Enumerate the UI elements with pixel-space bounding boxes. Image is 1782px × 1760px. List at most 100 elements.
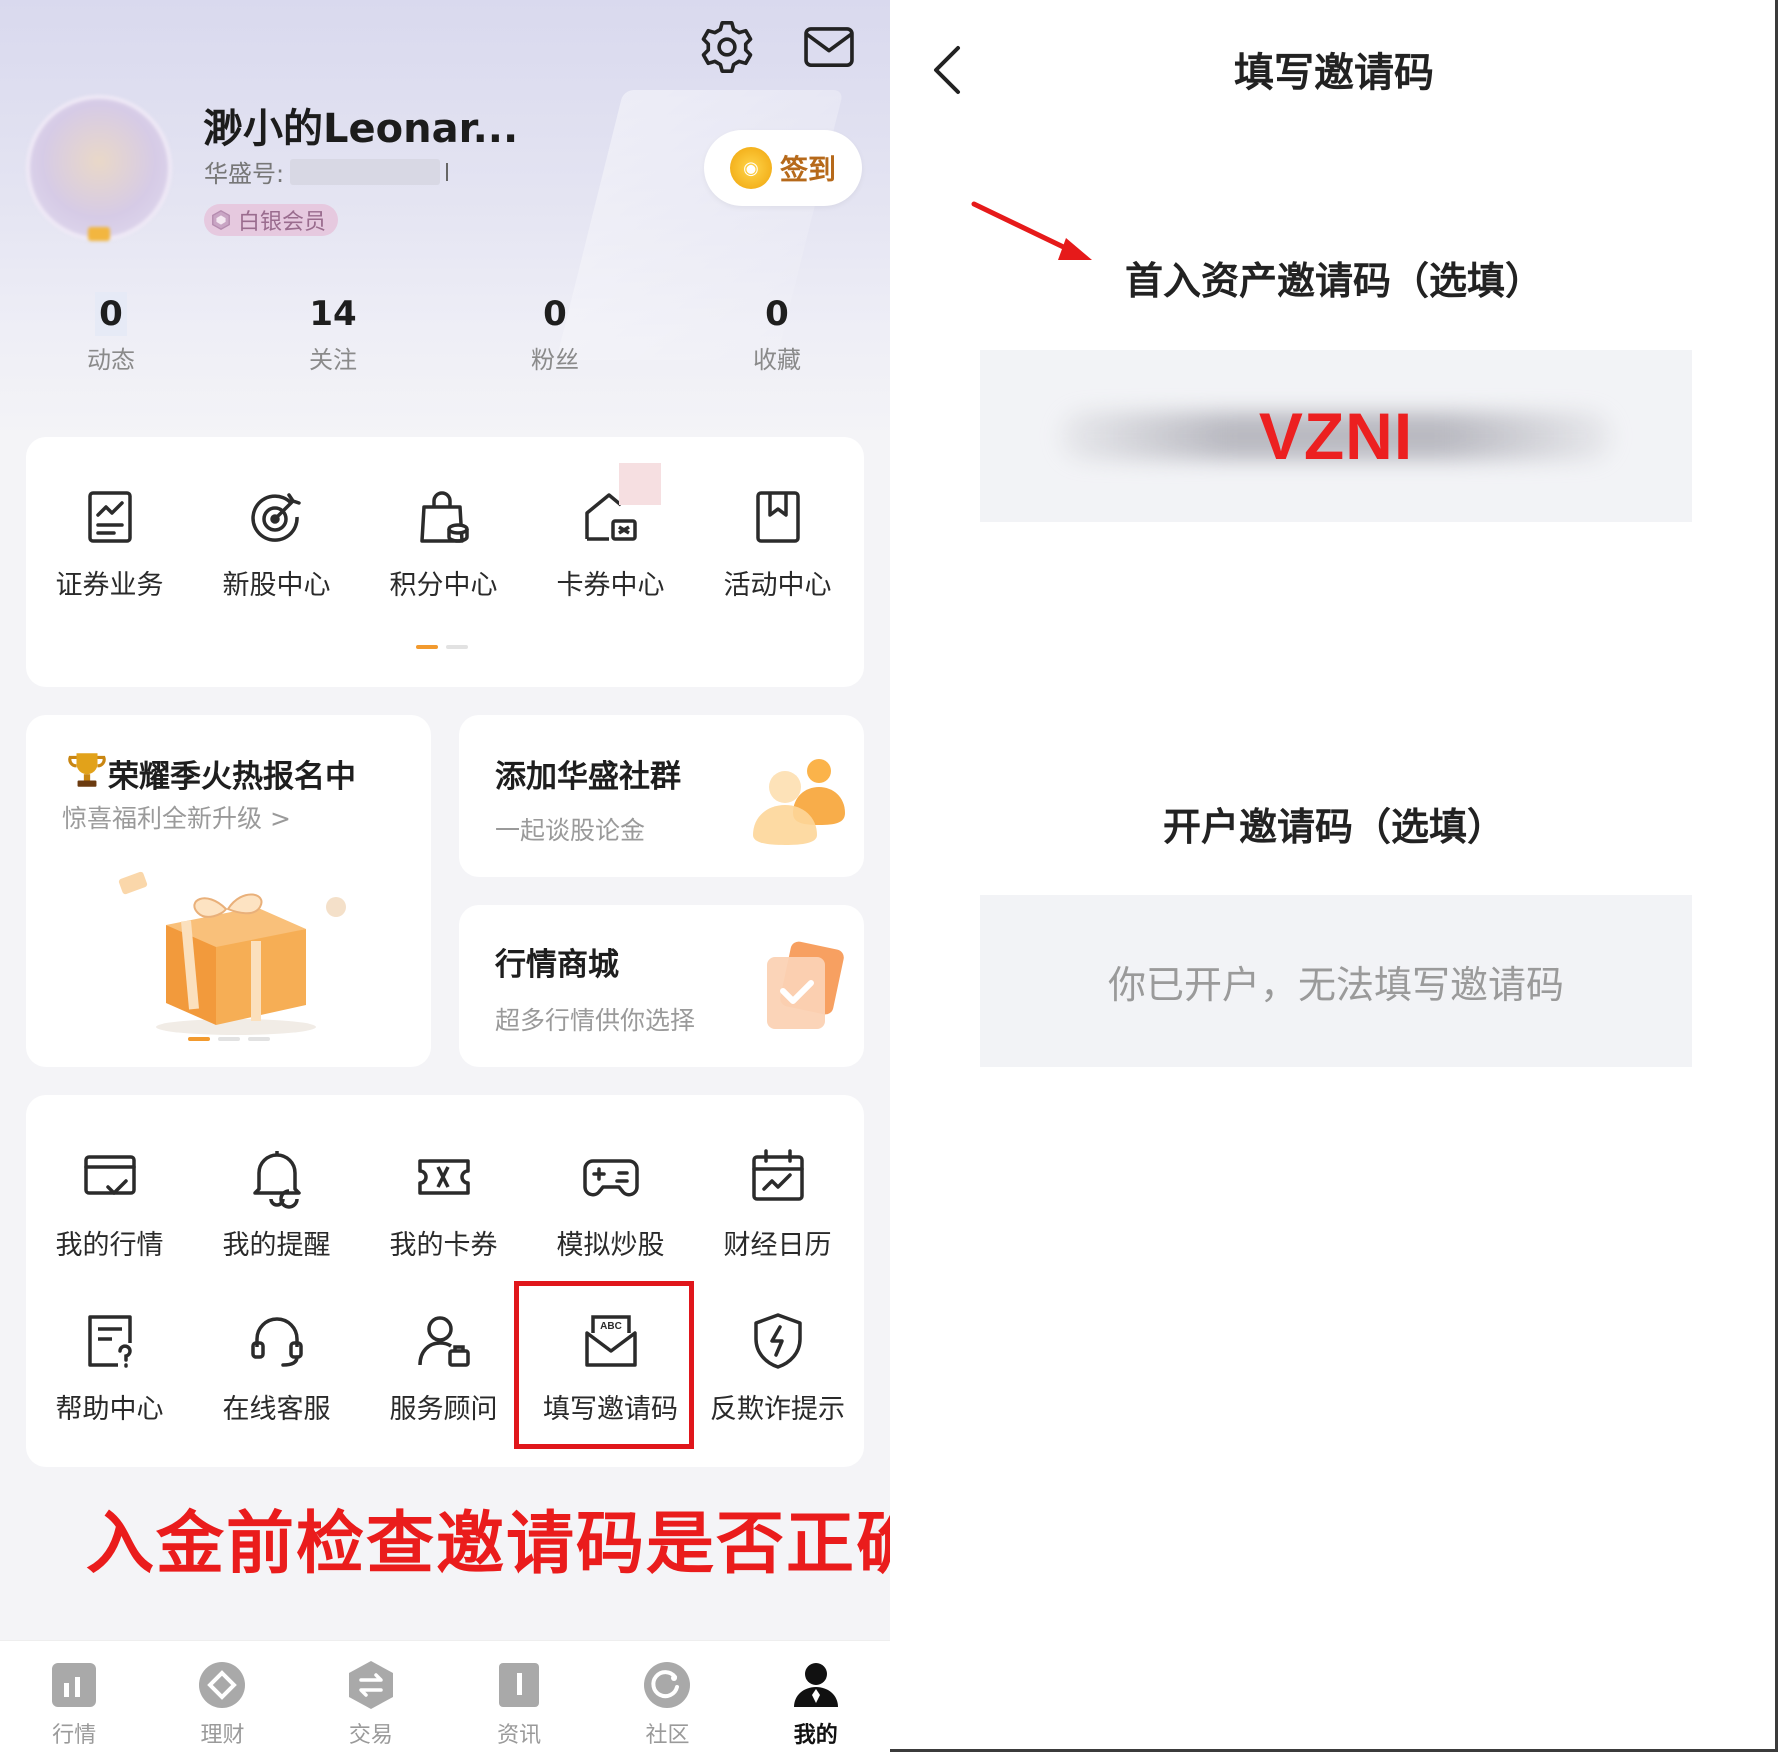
gamepad-icon [579,1145,643,1209]
service-label: 新股中心 [222,570,331,601]
new-badge [619,463,661,505]
shopping-bag-coins-icon [412,485,476,549]
service-points[interactable]: 积分中心 [360,485,527,602]
page-dot [446,645,468,649]
profile-icon [790,1659,842,1711]
promo-mall-card[interactable]: 行情商城 超多行情供你选择 [459,905,864,1067]
bottom-tab-bar: 行情 理财 交易 资讯 社区 我的 [0,1640,890,1760]
tool-online-support[interactable]: 在线客服 [193,1309,360,1426]
service-events[interactable]: 活动中心 [694,485,861,602]
bell-icon [245,1145,309,1209]
service-securities[interactable]: 证券业务 [26,485,193,602]
page-dot-active [188,1037,210,1041]
avatar[interactable] [26,95,172,241]
stat-following[interactable]: 14 关注 [222,292,444,375]
account-invite-code-label: 开户邀请码（选填） [1162,805,1505,849]
account-invite-code-field: 你已开户，无法填写邀请码 [980,895,1692,1067]
tool-reminders[interactable]: 我的提醒 [193,1145,360,1262]
profile-screen: 渺小的Leonar... 华盛号: 白银会员 ◉ 签到 0 动态 14 关注 0… [0,0,890,1760]
mail-icon[interactable] [800,18,858,76]
tool-my-coupons[interactable]: 我的卡券 [360,1145,527,1262]
tool-label: 帮助中心 [55,1394,164,1425]
tab-label: 资讯 [497,1723,542,1748]
stat-label: 关注 [309,346,357,374]
tool-anti-fraud[interactable]: 反欺诈提示 [694,1309,861,1426]
username: 渺小的Leonar... [203,106,519,152]
trade-icon [345,1659,397,1711]
tab-label: 理财 [200,1723,245,1748]
tab-trade[interactable]: 交易 [297,1641,445,1760]
tab-me[interactable]: 我的 [742,1641,890,1760]
bookmark-icon [746,485,810,549]
stat-value: 0 [765,294,789,334]
tool-label: 反欺诈提示 [710,1394,845,1425]
account-number: 华盛号: [204,154,449,189]
tab-community[interactable]: 社区 [593,1641,741,1760]
tool-paper-trading[interactable]: 模拟炒股 [527,1145,694,1262]
service-ipo[interactable]: 新股中心 [193,485,360,602]
promo-subtitle: 超多行情供你选择 [495,1006,696,1035]
masked-end-mark [446,162,449,181]
vip-badge[interactable]: 白银会员 [204,204,339,236]
tab-wealth[interactable]: 理财 [148,1641,296,1760]
stat-followers[interactable]: 0 粉丝 [444,292,666,375]
page-title: 填写邀请码 [1234,50,1434,96]
promo-page-indicator [188,1037,270,1041]
deposit-invite-code-input[interactable]: VZNI [980,350,1692,522]
page-dot [218,1037,240,1041]
settings-gear-icon[interactable] [698,18,756,76]
market-icon [48,1659,100,1711]
wealth-icon [196,1659,248,1711]
tool-label: 服务顾问 [389,1394,498,1425]
tool-label: 我的提醒 [222,1230,331,1261]
stat-label: 粉丝 [531,346,579,374]
promo-title: 添加华盛社群 [495,759,681,795]
group-people-icon [753,759,845,845]
service-coupons[interactable]: 卡券中心 [527,463,694,602]
ticket-icon [412,1145,476,1209]
signin-button[interactable]: ◉ 签到 [704,130,862,206]
stat-posts[interactable]: 0 动态 [0,292,222,375]
headset-icon [245,1309,309,1373]
services-card: 证券业务 新股中心 积分中心 卡券中心 活动中心 [26,437,864,687]
target-icon [245,485,309,549]
stat-favorites[interactable]: 0 收藏 [666,292,888,375]
tab-label: 我的 [793,1723,838,1748]
tab-news[interactable]: 资讯 [445,1641,593,1760]
promo-community-card[interactable]: 添加华盛社群 一起谈股论金 [459,715,864,877]
signin-label: 签到 [779,153,836,186]
stat-label: 动态 [87,346,135,374]
promo-title: 行情商城 [495,947,619,983]
profile-stats: 0 动态 14 关注 0 粉丝 0 收藏 [0,292,890,375]
deposit-invite-code-label: 首入资产邀请码（选填） [1124,259,1543,303]
service-label: 活动中心 [723,570,832,601]
tool-finance-calendar[interactable]: 财经日历 [694,1145,861,1262]
tool-my-quotes[interactable]: 我的行情 [26,1145,193,1262]
masked-account-id [290,158,441,185]
tool-label: 财经日历 [723,1230,832,1261]
calendar-chart-icon [746,1145,810,1209]
tab-label: 行情 [52,1723,97,1748]
vip-label: 白银会员 [238,210,327,235]
tool-label: 在线客服 [222,1394,331,1425]
service-label: 证券业务 [55,570,164,601]
warning-annotation: 入金前检查邀请码是否正确 [86,1505,890,1584]
tab-market[interactable]: 行情 [0,1641,148,1760]
promo-subtitle: 惊喜福利全新升级 > [62,804,291,833]
advisor-icon [412,1309,476,1373]
promo-honor-card[interactable]: 荣耀季火热报名中 惊喜福利全新升级 > [26,715,431,1067]
news-icon [493,1659,545,1711]
tool-service-advisor[interactable]: 服务顾问 [360,1309,527,1426]
invite-code-screen: 填写邀请码 首入资产邀请码（选填） VZNI 开户邀请码（选填） 你已开户，无法… [890,0,1778,1752]
service-label: 卡券中心 [556,570,665,601]
stat-value: 0 [543,294,567,334]
tool-help-center[interactable]: 帮助中心 [26,1309,193,1426]
promo-subtitle: 一起谈股论金 [495,816,646,845]
stat-label: 收藏 [753,346,801,374]
help-doc-icon [78,1309,142,1373]
tab-label: 社区 [645,1723,690,1748]
gift-box-icon [118,871,346,1035]
document-chart-icon [78,485,142,549]
trophy-icon [68,753,106,787]
stat-value: 14 [309,294,357,334]
